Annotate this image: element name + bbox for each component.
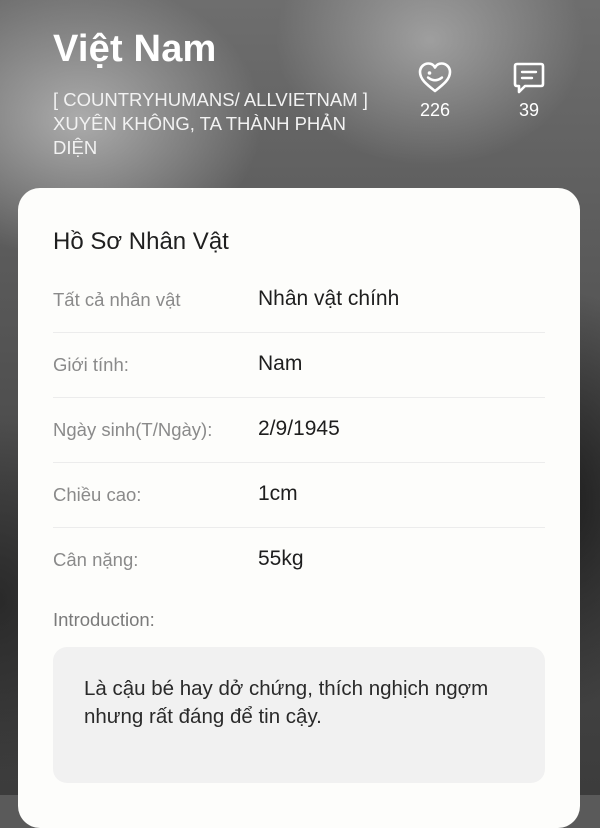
profile-row-gender: Giới tính: Nam: [53, 333, 545, 398]
comment-icon: [513, 62, 545, 94]
like-count: 226: [419, 100, 451, 120]
field-label: Ngày sinh(T/Ngày):: [53, 419, 213, 440]
comment-count: 39: [518, 100, 540, 120]
field-value: 55kg: [258, 547, 304, 570]
field-value: Nhân vật chính: [258, 287, 400, 310]
character-header: Việt Nam [ COUNTRYHUMANS/ ALLVIETNAM ] X…: [0, 0, 600, 190]
field-label: Tất cả nhân vật: [53, 289, 181, 310]
profile-fields: Tất cả nhân vật Nhân vật chính Giới tính…: [53, 268, 545, 592]
profile-title: Hồ Sơ Nhân Vật: [53, 228, 229, 255]
character-profile-card: Hồ Sơ Nhân Vật Tất cả nhân vật Nhân vật …: [18, 188, 580, 828]
introduction-label: Introduction:: [53, 609, 155, 630]
heart-smile-icon: [418, 62, 452, 93]
character-name: Việt Nam: [53, 28, 217, 70]
field-value: 1cm: [258, 482, 298, 505]
profile-row-weight: Cân nặng: 55kg: [53, 528, 545, 592]
field-value: Nam: [258, 352, 303, 375]
field-label: Giới tính:: [53, 354, 129, 375]
profile-row-height: Chiều cao: 1cm: [53, 463, 545, 528]
field-label: Chiều cao:: [53, 484, 142, 505]
comment-button[interactable]: 39: [499, 60, 559, 121]
like-button[interactable]: 226: [405, 60, 465, 121]
introduction-box: Là cậu bé hay dở chứng, thích nghịch ngợ…: [53, 647, 545, 783]
profile-row-character-type: Tất cả nhân vật Nhân vật chính: [53, 268, 545, 333]
story-title: [ COUNTRYHUMANS/ ALLVIETNAM ] XUYÊN KHÔN…: [53, 89, 368, 158]
field-value: 2/9/1945: [258, 417, 340, 440]
introduction-text: Là cậu bé hay dở chứng, thích nghịch ngợ…: [84, 677, 489, 728]
profile-row-birthday: Ngày sinh(T/Ngày): 2/9/1945: [53, 398, 545, 463]
field-label: Cân nặng:: [53, 549, 139, 570]
